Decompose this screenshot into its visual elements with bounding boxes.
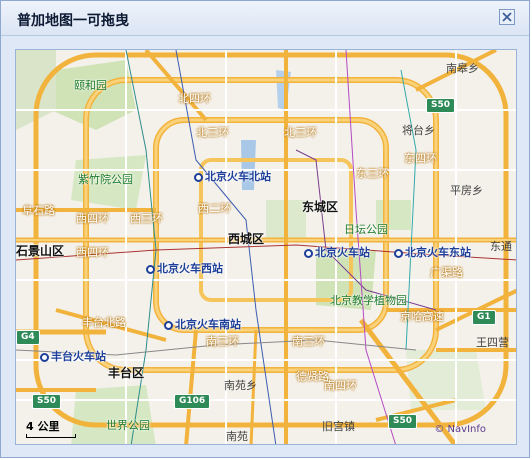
- station-label: 北京火车东站: [405, 246, 471, 259]
- station-beijing-east[interactable]: 北京火车东站: [394, 244, 471, 260]
- close-icon: [502, 12, 512, 22]
- road-label: 北四环: [178, 92, 211, 105]
- highway-shield: G4: [16, 330, 40, 345]
- road-label: 西三环: [130, 212, 163, 225]
- road-label: 东三环: [356, 167, 389, 180]
- copyright-label: © NavInfo: [434, 424, 486, 435]
- place-label: 平房乡: [450, 184, 483, 197]
- station-label: 北京火车南站: [175, 318, 241, 331]
- title-bar[interactable]: 普加地图一可拖曳: [1, 1, 529, 36]
- train-station-icon: [194, 173, 203, 182]
- close-button[interactable]: [499, 9, 515, 25]
- district-xicheng: 西城区: [228, 232, 265, 246]
- train-station-icon: [146, 265, 155, 274]
- district-fengtai: 丰台区: [108, 366, 145, 380]
- place-label: 南苑: [226, 430, 248, 443]
- district-dongcheng: 东城区: [302, 200, 339, 214]
- place-label: 南苑乡: [224, 379, 257, 392]
- road-label: 南三环: [292, 335, 325, 348]
- place-label: 将台乡: [402, 124, 435, 137]
- road-label: 东四环: [404, 152, 437, 165]
- train-station-icon: [164, 321, 173, 330]
- park-zizhuyuan: 紫竹院公园: [78, 173, 133, 186]
- road-label: 西四环: [76, 246, 109, 259]
- station-beijing-south[interactable]: 北京火车南站: [164, 316, 241, 332]
- station-label: 丰台火车站: [51, 350, 106, 363]
- train-station-icon: [394, 249, 403, 258]
- park-yiheyuan: 颐和园: [74, 79, 107, 92]
- station-beijing-west[interactable]: 北京火车西站: [146, 260, 223, 276]
- station-label: 北京火车站: [315, 246, 370, 259]
- road-label: 北三环: [284, 126, 317, 139]
- highway-shield: S50: [426, 98, 456, 113]
- station-fengtai[interactable]: 丰台火车站: [40, 348, 106, 364]
- park-ritan: 日坛公园: [344, 223, 388, 236]
- highway-shield: G1: [472, 310, 496, 325]
- place-label: 东通: [490, 240, 512, 253]
- dialog-title: 普加地图一可拖曳: [17, 13, 129, 29]
- road-label: 阜石路: [22, 204, 55, 217]
- train-station-icon: [304, 249, 313, 258]
- park-botanical: 北京教学植物园: [330, 294, 407, 307]
- place-label: 南皋乡: [446, 62, 479, 75]
- map-dialog: 普加地图一可拖曳 西城区 东城区 石景山区 丰台区 北京火车北站 北京火车站 北…: [0, 0, 530, 458]
- highway-shield: G106: [174, 394, 211, 409]
- road-label: 北三环: [196, 126, 229, 139]
- highway-shield: S50: [32, 394, 62, 409]
- station-label: 北京火车西站: [157, 262, 223, 275]
- station-label: 北京火车北站: [205, 170, 271, 183]
- road-label: 广渠路: [430, 266, 463, 279]
- road-label: 德贤路: [296, 370, 329, 383]
- park-world: 世界公园: [106, 419, 150, 432]
- station-beijing-north[interactable]: 北京火车北站: [194, 168, 271, 184]
- road-label: 丰台北路: [82, 316, 126, 329]
- scale-bar: [26, 434, 76, 438]
- highway-shield: S50: [388, 414, 418, 429]
- road-label: 西二环: [198, 202, 231, 215]
- train-station-icon: [40, 353, 49, 362]
- road-label: 西四环: [76, 212, 109, 225]
- district-shijingshan: 石景山区: [16, 244, 65, 258]
- scale-label: 4 公里: [26, 420, 60, 433]
- road-label: 南三环: [206, 335, 239, 348]
- station-beijing[interactable]: 北京火车站: [304, 244, 370, 260]
- road-label: 京哈高速: [400, 310, 444, 323]
- place-label: 王四营: [476, 336, 509, 349]
- place-label: 旧宫镇: [322, 420, 355, 433]
- map-view[interactable]: 西城区 东城区 石景山区 丰台区 北京火车北站 北京火车站 北京火车东站 北京火…: [15, 49, 517, 445]
